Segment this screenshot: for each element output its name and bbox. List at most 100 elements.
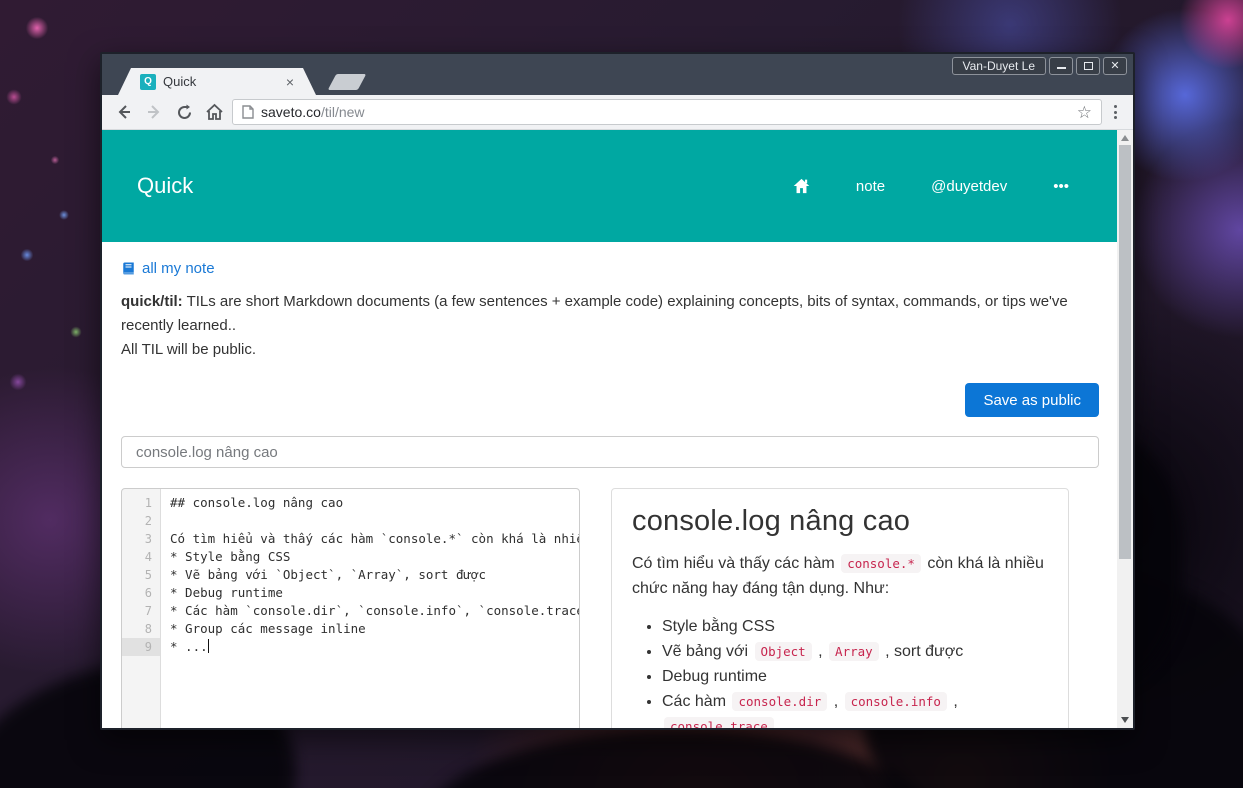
url-text: saveto.co/til/new bbox=[261, 104, 365, 120]
scroll-up-arrow-icon[interactable] bbox=[1121, 135, 1129, 141]
scroll-down-arrow-icon[interactable] bbox=[1121, 717, 1129, 723]
code-text: ## console.log nâng cao bbox=[160, 494, 579, 512]
content-container: all my note quick/til: TILs are short Ma… bbox=[121, 260, 1099, 728]
minimize-icon bbox=[1057, 64, 1066, 69]
preview-bullet-list: Style bằng CSSVẽ bảng với Object , Array… bbox=[632, 614, 1048, 728]
code-text: * Các hàm `console.dir`, `console.info`,… bbox=[160, 602, 579, 620]
intro-bold: quick/til: bbox=[121, 293, 183, 310]
markdown-preview: console.log nâng cao Có tìm hiểu và thấy… bbox=[611, 488, 1069, 728]
line-number: 2 bbox=[122, 512, 160, 530]
line-number: 9 bbox=[122, 638, 160, 656]
intro-rest: TILs are short Markdown documents (a few… bbox=[121, 293, 1068, 334]
tab-close-icon[interactable]: × bbox=[286, 75, 294, 89]
code-text: * ... bbox=[160, 638, 579, 656]
bullet-item: Debug runtime bbox=[662, 664, 1048, 689]
code-text: * Group các message inline bbox=[160, 620, 579, 638]
page-viewport: Quick note @duyetdev ••• all my note bbox=[102, 130, 1133, 728]
site-header: Quick note @duyetdev ••• bbox=[102, 130, 1117, 242]
bullet-item: Style bằng CSS bbox=[662, 614, 1048, 639]
home-icon bbox=[793, 178, 810, 194]
site-brand[interactable]: Quick bbox=[137, 173, 193, 199]
inline-code: console.* bbox=[841, 554, 921, 573]
line-number: 1 bbox=[122, 494, 160, 512]
forward-button[interactable] bbox=[142, 100, 166, 124]
intro-text: quick/til: TILs are short Markdown docum… bbox=[121, 290, 1099, 362]
editor-line[interactable]: 5* Vẽ bảng với `Object`, `Array`, sort đ… bbox=[122, 566, 579, 584]
browser-menu-button[interactable] bbox=[1108, 105, 1123, 119]
url-host: saveto.co bbox=[261, 104, 321, 120]
bookmark-star-icon[interactable]: ☆ bbox=[1077, 104, 1092, 121]
maximize-icon bbox=[1084, 62, 1093, 70]
nav-more-button[interactable]: ••• bbox=[1053, 178, 1069, 195]
inline-code: console.trace bbox=[664, 717, 774, 728]
tab-favicon-icon: Q bbox=[140, 74, 156, 90]
all-my-note-label: all my note bbox=[142, 260, 215, 277]
browser-tab[interactable]: Q Quick × bbox=[118, 68, 316, 95]
menu-dot bbox=[1114, 116, 1117, 119]
tab-strip: Q Quick × Van-Duyet Le ✕ bbox=[102, 54, 1133, 95]
crowd-silhouette bbox=[420, 728, 940, 788]
maximize-button[interactable] bbox=[1076, 57, 1100, 75]
reload-button[interactable] bbox=[172, 100, 196, 124]
bullet-item: Vẽ bảng với Object , Array , sort được bbox=[662, 639, 1048, 664]
preview-paragraph: Có tìm hiểu và thấy các hàm console.* cò… bbox=[632, 551, 1048, 601]
window-user-label[interactable]: Van-Duyet Le bbox=[952, 57, 1047, 75]
line-number: 8 bbox=[122, 620, 160, 638]
intro-line2: All TIL will be public. bbox=[121, 338, 1099, 362]
home-button[interactable] bbox=[202, 100, 226, 124]
minimize-button[interactable] bbox=[1049, 57, 1073, 75]
editor-line[interactable]: 4* Style bằng CSS bbox=[122, 548, 579, 566]
forward-arrow-icon bbox=[145, 103, 163, 121]
desktop-wallpaper: Q Quick × Van-Duyet Le ✕ bbox=[0, 0, 1243, 788]
menu-dot bbox=[1114, 111, 1117, 114]
button-row: Save as public bbox=[121, 383, 1099, 417]
browser-window: Q Quick × Van-Duyet Le ✕ bbox=[100, 52, 1135, 730]
scrollbar-thumb[interactable] bbox=[1119, 145, 1131, 559]
site-nav: note @duyetdev ••• bbox=[793, 178, 1069, 195]
code-text: * Vẽ bảng với `Object`, `Array`, sort đư… bbox=[160, 566, 579, 584]
line-number: 6 bbox=[122, 584, 160, 602]
nav-user-link[interactable]: @duyetdev bbox=[931, 178, 1007, 195]
page-icon bbox=[242, 105, 254, 119]
preview-heading: console.log nâng cao bbox=[632, 505, 1048, 538]
close-button[interactable]: ✕ bbox=[1103, 57, 1127, 75]
page-scrollbar[interactable] bbox=[1117, 130, 1133, 728]
back-button[interactable] bbox=[112, 100, 136, 124]
web-page: Quick note @duyetdev ••• all my note bbox=[102, 130, 1117, 728]
editor-line[interactable]: 8* Group các message inline bbox=[122, 620, 579, 638]
markdown-editor[interactable]: 1## console.log nâng cao23Có tìm hiểu và… bbox=[121, 488, 580, 728]
line-number: 3 bbox=[122, 530, 160, 548]
editor-line[interactable]: 7* Các hàm `console.dir`, `console.info`… bbox=[122, 602, 579, 620]
editor-line[interactable]: 9* ... bbox=[122, 638, 579, 656]
editor-line[interactable]: 6* Debug runtime bbox=[122, 584, 579, 602]
bullet-item: Các hàm console.dir , console.info , con… bbox=[662, 689, 1048, 728]
editor-line[interactable]: 3Có tìm hiểu và thấy các hàm `console.*`… bbox=[122, 530, 579, 548]
all-my-note-link[interactable]: all my note bbox=[121, 260, 1099, 277]
address-bar[interactable]: saveto.co/til/new ☆ bbox=[232, 99, 1102, 125]
tab-title: Quick bbox=[163, 74, 279, 89]
code-text: * Style bằng CSS bbox=[160, 548, 579, 566]
editor-line[interactable]: 2 bbox=[122, 512, 579, 530]
line-number: 5 bbox=[122, 566, 160, 584]
editor-lines: 1## console.log nâng cao23Có tìm hiểu và… bbox=[122, 494, 579, 656]
note-title-input[interactable] bbox=[121, 436, 1099, 468]
intro-paragraph: quick/til: TILs are short Markdown docum… bbox=[121, 290, 1099, 338]
nav-note-link[interactable]: note bbox=[856, 178, 885, 195]
reload-icon bbox=[176, 104, 193, 121]
back-arrow-icon bbox=[115, 103, 133, 121]
menu-dot bbox=[1114, 105, 1117, 108]
browser-toolbar: saveto.co/til/new ☆ bbox=[102, 95, 1133, 130]
close-icon: ✕ bbox=[1110, 61, 1119, 72]
code-text bbox=[160, 512, 579, 530]
url-path: /til/new bbox=[321, 104, 365, 120]
editor-preview-row: 1## console.log nâng cao23Có tìm hiểu và… bbox=[121, 488, 1099, 728]
new-tab-button[interactable] bbox=[328, 74, 367, 90]
home-icon bbox=[205, 103, 224, 121]
line-number: 7 bbox=[122, 602, 160, 620]
code-text: Có tìm hiểu và thấy các hàm `console.*` … bbox=[160, 530, 579, 548]
nav-home-link[interactable] bbox=[793, 178, 810, 194]
inline-code: Array bbox=[829, 642, 879, 661]
editor-line[interactable]: 1## console.log nâng cao bbox=[122, 494, 579, 512]
save-as-public-button[interactable]: Save as public bbox=[965, 383, 1099, 417]
window-controls: Van-Duyet Le ✕ bbox=[952, 57, 1128, 75]
